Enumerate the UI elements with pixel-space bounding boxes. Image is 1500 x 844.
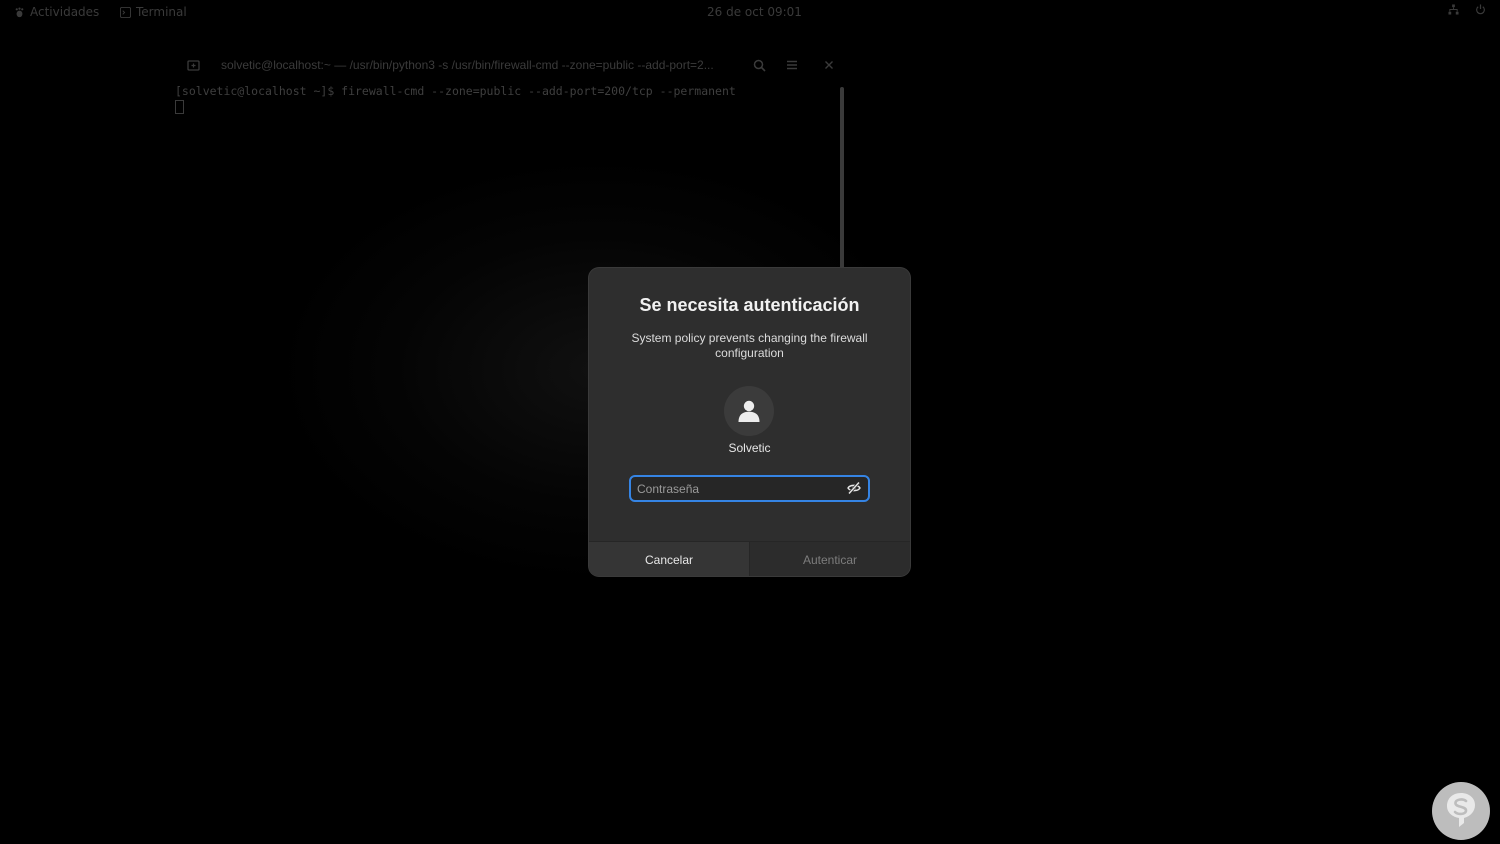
dialog-message: System policy prevents changing the fire…: [631, 331, 868, 360]
menu-button[interactable]: [784, 57, 800, 73]
app-menu-label: Terminal: [136, 5, 187, 19]
toggle-visibility-button[interactable]: [847, 481, 861, 495]
top-bar: Actividades Terminal 26 de oct 09:01: [0, 0, 1500, 24]
terminal-cursor: [175, 100, 184, 114]
terminal-icon: [120, 6, 131, 18]
new-tab-button[interactable]: [185, 57, 201, 73]
avatar: [724, 386, 774, 436]
new-tab-icon: [186, 59, 200, 71]
gnome-foot-icon: [15, 7, 24, 17]
cancel-button[interactable]: Cancelar: [589, 542, 750, 576]
username-label: Solvetic: [728, 441, 771, 455]
terminal-headerbar: solvetic@localhost:~ — /usr/bin/python3 …: [172, 50, 848, 80]
terminal-output[interactable]: [solvetic@localhost ~]$ firewall-cmd --z…: [175, 84, 835, 114]
search-icon: [753, 59, 766, 72]
search-button[interactable]: [751, 57, 767, 73]
watermark-logo: [1432, 782, 1490, 840]
desktop: Actividades Terminal 26 de oct 09:01 sol…: [0, 0, 1500, 844]
dialog-title: Se necesita autenticación: [639, 295, 860, 315]
hamburger-icon: [787, 60, 797, 70]
clock[interactable]: 26 de oct 09:01: [707, 5, 802, 19]
authenticate-button[interactable]: Autenticar: [750, 542, 910, 576]
password-field[interactable]: [629, 475, 870, 502]
password-input[interactable]: [637, 479, 837, 498]
terminal-command-line: [solvetic@localhost ~]$ firewall-cmd --z…: [175, 84, 736, 98]
app-menu-button[interactable]: Terminal: [120, 5, 187, 19]
network-icon: [1448, 4, 1459, 15]
close-icon: [825, 61, 833, 69]
auth-dialog: Se necesita autenticación System policy …: [589, 268, 910, 576]
power-icon: [1476, 4, 1485, 15]
system-tray[interactable]: [1448, 4, 1486, 15]
user-icon: [738, 400, 760, 422]
close-button[interactable]: [821, 57, 837, 73]
logo-icon: [1447, 793, 1475, 827]
eye-hidden-icon: [847, 481, 861, 495]
activities-label: Actividades: [30, 5, 100, 19]
terminal-title: solvetic@localhost:~ — /usr/bin/python3 …: [221, 58, 714, 72]
terminal-scrollbar[interactable]: [840, 87, 844, 269]
activities-button[interactable]: Actividades: [14, 5, 99, 19]
dialog-button-row: Cancelar Autenticar: [589, 541, 910, 576]
